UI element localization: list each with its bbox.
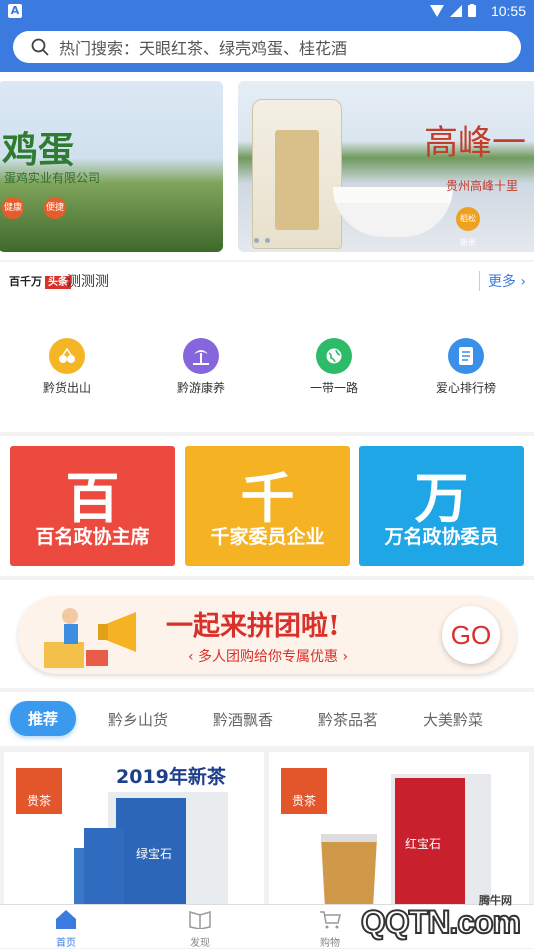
- chevron-right-icon: ›: [520, 274, 526, 290]
- card-thousand[interactable]: 千 千家委员企业: [185, 446, 350, 566]
- slide-company: 蛋鸡实业有限公司: [4, 171, 101, 185]
- nav-label: 首页: [56, 938, 76, 949]
- globe-icon: [316, 338, 352, 374]
- nav-discover[interactable]: 发现: [170, 909, 230, 949]
- status-bar: A 10:55: [0, 0, 534, 22]
- quick-links: 黔货出山 黔游康养 一带一路 爱心排行榜: [0, 298, 534, 432]
- tab-liquor[interactable]: 黔酒飘香: [213, 709, 273, 730]
- cell-icon: [450, 4, 462, 17]
- quick-link-label: 黔游康养: [176, 381, 225, 395]
- tab-recommended[interactable]: 推荐: [10, 701, 77, 736]
- svg-text:红宝石: 红宝石: [405, 836, 441, 851]
- tab-cuisine[interactable]: 大美黔菜: [423, 709, 483, 730]
- status-icons: [430, 4, 476, 17]
- battery-icon: [468, 4, 476, 17]
- book-icon: [189, 910, 211, 930]
- go-button[interactable]: GO: [442, 606, 500, 664]
- card-hundred[interactable]: 百 百名政协主席: [10, 446, 175, 566]
- quick-link-belt-road[interactable]: 一带一路: [284, 338, 384, 396]
- promo-subtitle: ‹ 多人团购给你专属优惠 ›: [188, 649, 349, 665]
- promo-title: 一起来拼团啦!: [166, 611, 340, 642]
- quick-link-travel[interactable]: 黔游康养: [151, 338, 251, 396]
- tab-mountain-goods[interactable]: 黔乡山货: [108, 709, 168, 730]
- news-ticker[interactable]: 百千万 头条 测测测 更多 ›: [0, 262, 534, 298]
- tea-box-image: 绿宝石: [74, 792, 228, 912]
- search-input[interactable]: 热门搜索：天眼红茶、绿壳鸡蛋、桂花酒: [13, 31, 521, 63]
- product-card[interactable]: 贵茶 红宝石: [269, 752, 529, 912]
- rice-bag-image: [252, 99, 342, 249]
- news-brand: 百千万 头条: [9, 273, 71, 289]
- quick-link-label: 爱心排行榜: [435, 381, 496, 395]
- slide-title: 高峰一: [424, 123, 526, 163]
- signal-icon: [430, 4, 444, 17]
- quick-link-label: 黔货出山: [42, 381, 91, 395]
- group-buy-promo[interactable]: 一起来拼团啦! ‹ 多人团购给你专属优惠 › GO: [0, 580, 534, 688]
- clock: 10:55: [490, 3, 526, 19]
- card-subtitle: 百名政协主席: [35, 526, 150, 548]
- home-icon: [56, 910, 76, 929]
- card-subtitle: 万名政协委员: [384, 526, 499, 548]
- promo-box[interactable]: 一起来拼团啦! ‹ 多人团购给你专属优惠 › GO: [18, 596, 516, 674]
- slide-title: 鸡蛋: [2, 129, 75, 171]
- news-headline[interactable]: 测测测: [67, 271, 109, 291]
- category-tabs: 推荐 黔乡山货 黔酒飘香 黔茶品茗 大美黔菜: [0, 692, 534, 746]
- cherry-icon: [49, 338, 85, 374]
- banner-slide-eggs[interactable]: 鸡蛋 蛋鸡实业有限公司 健康 便捷: [0, 81, 223, 252]
- megaphone-illustration: [44, 608, 136, 668]
- tab-tea[interactable]: 黔茶品茗: [318, 709, 378, 730]
- feature-cards: 百 百名政协主席 千 千家委员企业 万 万名政协委员: [0, 436, 534, 576]
- banner-carousel[interactable]: 鸡蛋 蛋鸡实业有限公司 健康 便捷 高峰一 贵州高峰十里 稻松 新米: [0, 72, 534, 260]
- more-link[interactable]: 更多 ›: [478, 271, 526, 291]
- card-subtitle: 千家委员企业: [210, 526, 325, 548]
- header: 热门搜索：天眼红茶、绿壳鸡蛋、桂花酒: [0, 22, 534, 72]
- site-watermark: 腾牛网 QQTN.com: [336, 892, 526, 944]
- island-icon: [183, 338, 219, 374]
- nav-label: 发现: [190, 938, 210, 949]
- svg-text:绿宝石: 绿宝石: [136, 846, 172, 861]
- quick-link-label: 一带一路: [309, 381, 358, 395]
- search-icon: [31, 38, 49, 56]
- carousel-dots: [254, 238, 270, 243]
- app-notification-icon: A: [8, 4, 22, 18]
- search-placeholder: 热门搜索：天眼红茶、绿壳鸡蛋、桂花酒: [59, 39, 348, 58]
- banner-slide-rice[interactable]: 高峰一 贵州高峰十里 稻松 新米: [238, 81, 534, 252]
- list-icon: [448, 338, 484, 374]
- slide-badge: 稻松 新米: [456, 207, 480, 247]
- product-card[interactable]: 贵茶 2019年新茶 绿宝石: [4, 752, 264, 912]
- quick-link-ranking[interactable]: 爱心排行榜: [416, 338, 516, 396]
- product-headline: 2019年新茶: [116, 766, 226, 788]
- nav-home[interactable]: 首页: [36, 909, 96, 949]
- slide-badge: 健康: [2, 197, 24, 219]
- slide-subtitle: 贵州高峰十里: [446, 179, 519, 193]
- quick-link-goods[interactable]: 黔货出山: [17, 338, 117, 396]
- slide-badge: 便捷: [44, 197, 66, 219]
- watermark-logo: QQTN.com: [360, 903, 522, 941]
- card-ten-thousand[interactable]: 万 万名政协委员: [359, 446, 524, 566]
- rice-bowl-image: [333, 187, 453, 237]
- brand-logo: 贵茶: [16, 768, 62, 814]
- product-grid: 贵茶 2019年新茶 绿宝石 贵茶 红宝石: [0, 748, 534, 912]
- tea-box-image: 红宝石: [321, 774, 491, 908]
